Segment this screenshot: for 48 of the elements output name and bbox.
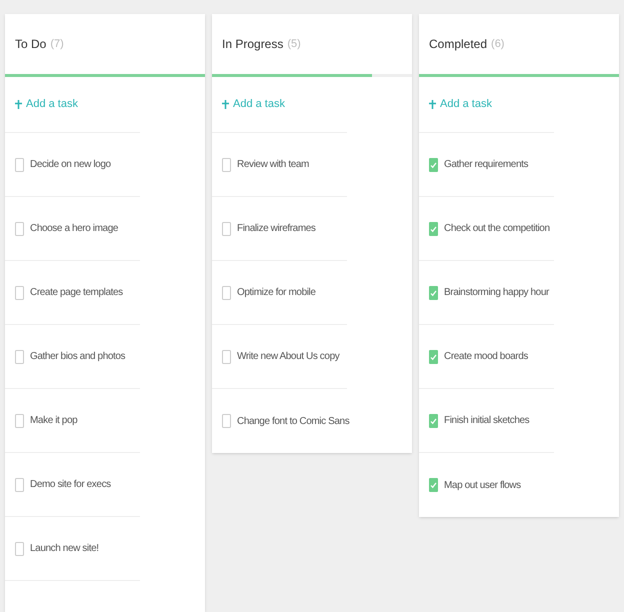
column-title: Completed — [429, 36, 488, 53]
task-label: Optimize for mobile — [237, 286, 316, 300]
plus-icon — [222, 100, 229, 109]
task-label: Map out user flows — [444, 478, 521, 492]
checkbox[interactable] — [15, 286, 24, 300]
column-title: To Do — [15, 36, 46, 53]
task-label: Make it pop — [30, 414, 78, 428]
task-label: Finish initial sketches — [444, 414, 530, 428]
task-count: (6) — [491, 36, 504, 52]
task-label: Demo site for execs — [30, 478, 111, 492]
task-label: Brainstorming happy hour — [444, 286, 549, 300]
checkbox[interactable] — [429, 222, 438, 236]
checkbox[interactable] — [429, 158, 438, 172]
task-label: Change font to Comic Sans — [237, 414, 350, 428]
checkbox[interactable] — [15, 158, 24, 172]
checkbox[interactable] — [15, 542, 24, 556]
task-count: (5) — [287, 36, 301, 52]
plus-icon — [15, 100, 22, 109]
task-label: Review with team — [237, 158, 309, 172]
checkbox[interactable] — [222, 286, 231, 300]
checkbox[interactable] — [429, 478, 438, 492]
task-label: Create page templates — [30, 286, 123, 300]
checkbox[interactable] — [222, 414, 231, 428]
task-label: Launch new site! — [30, 542, 99, 556]
task-label: Gather bios and photos — [30, 350, 126, 364]
checkbox[interactable] — [429, 350, 438, 364]
plus-icon — [429, 100, 436, 109]
checkbox[interactable] — [15, 414, 24, 428]
checkbox[interactable] — [429, 286, 438, 300]
task-label: Check out the competition — [444, 222, 550, 236]
task-label: Gather requirements — [444, 158, 528, 172]
task-label: Create mood boards — [444, 350, 528, 364]
checkbox[interactable] — [15, 222, 24, 236]
task-label: Write new About Us copy — [237, 350, 340, 364]
checkbox[interactable] — [222, 158, 231, 172]
column-title: In Progress — [222, 36, 284, 53]
task-label: Choose a hero image — [30, 222, 118, 236]
add-task-button[interactable]: Add a task — [5, 77, 140, 133]
checkbox[interactable] — [222, 222, 231, 236]
add-task-button[interactable]: Add a task — [212, 77, 347, 133]
add-task-button[interactable]: Add a task — [419, 77, 554, 133]
task-label: Decide on new logo — [30, 158, 111, 172]
task-label: Finalize wireframes — [237, 222, 316, 236]
checkbox[interactable] — [15, 478, 24, 492]
checkbox[interactable] — [429, 414, 438, 428]
task-count: (7) — [50, 36, 64, 52]
checkbox[interactable] — [222, 350, 231, 364]
checkbox[interactable] — [15, 350, 24, 364]
